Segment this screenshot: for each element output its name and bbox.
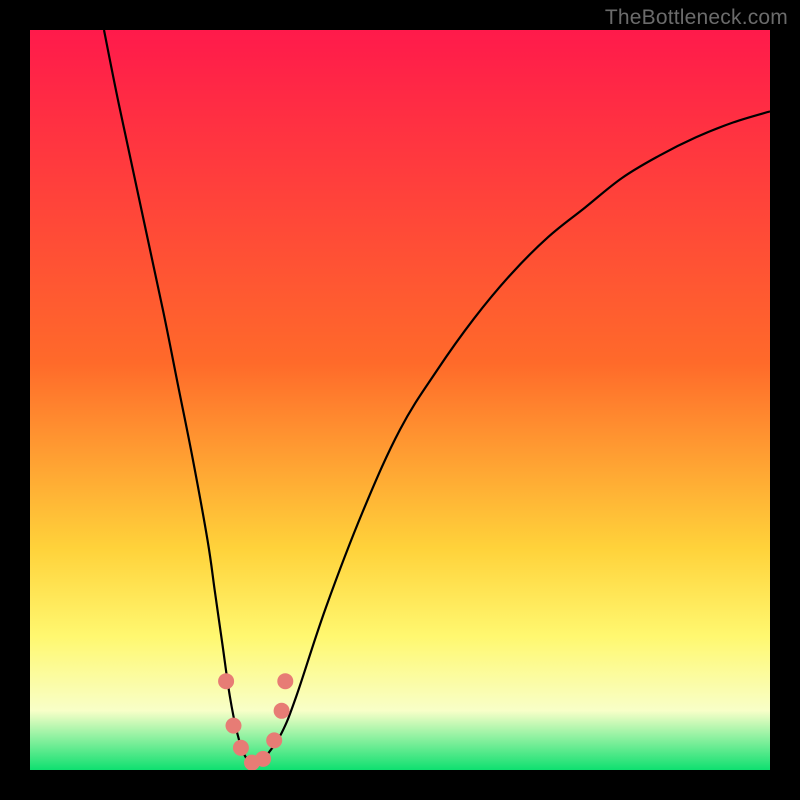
- curve-markers: [218, 673, 293, 770]
- curve-marker: [233, 740, 249, 756]
- curve-marker: [218, 673, 234, 689]
- bottleneck-curve: [104, 30, 770, 764]
- curve-marker: [277, 673, 293, 689]
- curve-layer: [30, 30, 770, 770]
- chart-frame: TheBottleneck.com: [0, 0, 800, 800]
- curve-marker: [274, 703, 290, 719]
- curve-marker: [266, 732, 282, 748]
- curve-marker: [255, 751, 271, 767]
- watermark-text: TheBottleneck.com: [605, 6, 788, 30]
- plot-area: [30, 30, 770, 770]
- curve-marker: [226, 718, 242, 734]
